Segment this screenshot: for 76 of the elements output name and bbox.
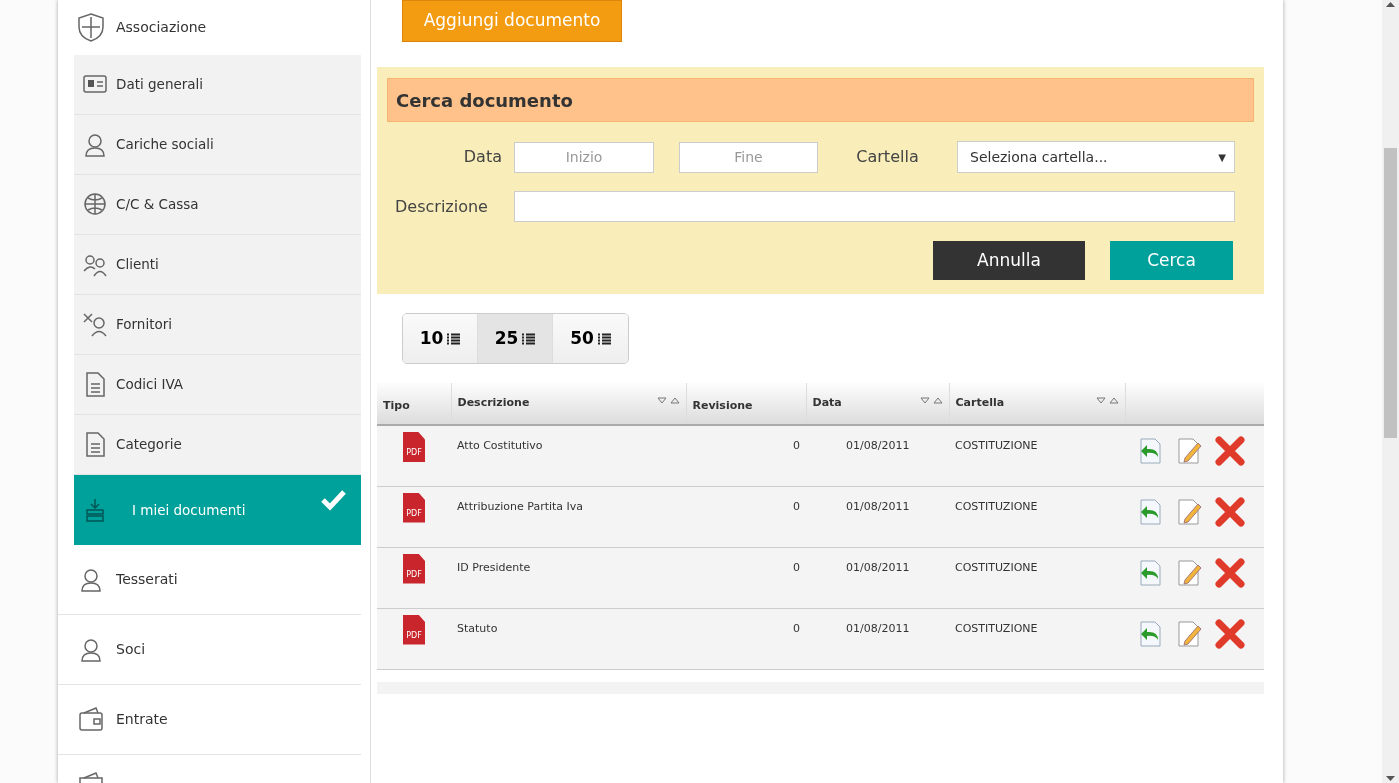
sidebar-item[interactable] bbox=[58, 755, 361, 783]
description-cell: Atto Costitutivo bbox=[457, 439, 543, 452]
sidebar-item[interactable]: Cariche sociali bbox=[74, 115, 361, 175]
folder-cell: COSTITUZIONE bbox=[955, 499, 1038, 513]
tools-person-icon bbox=[82, 311, 108, 338]
wallet-icon bbox=[78, 771, 104, 783]
folder-cell: COSTITUZIONE bbox=[955, 439, 1038, 452]
wallet-icon bbox=[78, 706, 104, 733]
description-cell: Attribuzione Partita Iva bbox=[457, 499, 584, 513]
sidebar-item[interactable]: C/C & Cassa bbox=[74, 175, 361, 235]
scroll-thumb[interactable] bbox=[1384, 148, 1397, 438]
edit-pencil-icon bbox=[1176, 558, 1202, 587]
folder-cell: COSTITUZIONE bbox=[955, 560, 1038, 574]
person-icon bbox=[78, 636, 104, 663]
field-label: Cartella bbox=[855, 146, 920, 168]
column-header[interactable]: Tipo bbox=[377, 383, 451, 425]
sidebar-header[interactable]: Associazione bbox=[58, 0, 370, 55]
description-field[interactable] bbox=[514, 191, 1235, 222]
pdf-file-icon: PDF bbox=[403, 553, 425, 584]
description-cell: ID Presidente bbox=[457, 560, 531, 574]
delete-icon bbox=[1215, 436, 1245, 466]
start-date-field[interactable]: Inizio bbox=[514, 141, 654, 173]
folder-cell: COSTITUZIONE bbox=[955, 621, 1038, 635]
sidebar-item[interactable]: Codici IVA bbox=[74, 355, 361, 415]
sidebar-item[interactable]: Fornitori bbox=[74, 295, 361, 355]
person-icon bbox=[82, 131, 108, 158]
edit-pencil-icon bbox=[1176, 437, 1202, 465]
globe-icon bbox=[82, 191, 108, 218]
field-label: Data bbox=[462, 146, 503, 168]
restore-arrow-icon bbox=[1138, 497, 1163, 526]
sidebar-item[interactable]: Entrate bbox=[58, 685, 361, 755]
pdf-file-icon: PDF bbox=[403, 492, 425, 523]
sidebar-item[interactable]: Tesserati bbox=[58, 545, 361, 615]
column-header[interactable]: Revisione bbox=[686, 383, 806, 425]
page-size-button[interactable]: 50 bbox=[553, 314, 628, 363]
panel-title: Cerca documento bbox=[387, 78, 1254, 122]
revision-cell: 0 bbox=[793, 621, 800, 635]
column-header[interactable]: Data bbox=[806, 383, 949, 425]
sidebar-item[interactable]: Categorie bbox=[74, 415, 361, 475]
delete-icon bbox=[1215, 618, 1245, 649]
restore-arrow-icon bbox=[1138, 558, 1163, 587]
caret-icon: ▼ bbox=[1218, 149, 1226, 165]
page-size-button[interactable]: 10 bbox=[403, 314, 478, 363]
revision-cell: 0 bbox=[793, 439, 800, 452]
column-header[interactable]: Cartella bbox=[949, 383, 1125, 425]
list-icon bbox=[447, 332, 461, 345]
sidebar-item[interactable]: Clienti bbox=[74, 235, 361, 295]
date-cell: 01/08/2011 bbox=[846, 439, 910, 452]
cancel-button[interactable]: Annulla bbox=[933, 241, 1085, 280]
column-header[interactable]: Descrizione bbox=[451, 383, 686, 425]
pdf-file-icon: PDF bbox=[403, 614, 425, 645]
shield-icon bbox=[76, 12, 106, 43]
sidebar-item[interactable]: Dati generali bbox=[74, 55, 361, 115]
description-cell: Statuto bbox=[457, 621, 498, 635]
sidebar-item[interactable]: Soci bbox=[58, 615, 361, 685]
restore-arrow-icon bbox=[1138, 619, 1163, 648]
edit-pencil-icon bbox=[1176, 497, 1202, 526]
list-icon bbox=[522, 332, 536, 345]
date-cell: 01/08/2011 bbox=[846, 499, 910, 513]
date-cell: 01/08/2011 bbox=[846, 560, 910, 574]
end-date-field[interactable]: Fine bbox=[679, 141, 818, 173]
pdf-file-icon: PDF bbox=[403, 432, 425, 462]
date-cell: 01/08/2011 bbox=[846, 621, 910, 635]
sidebar-header-label: Associazione bbox=[116, 18, 207, 37]
page-size-button[interactable]: 25 bbox=[478, 314, 553, 363]
edit-pencil-icon bbox=[1176, 619, 1202, 648]
scrollbar[interactable] bbox=[1382, 0, 1399, 783]
restore-arrow-icon bbox=[1138, 437, 1163, 465]
list-icon bbox=[597, 332, 611, 345]
field-label: Descrizione bbox=[394, 195, 489, 218]
delete-icon bbox=[1215, 496, 1245, 527]
revision-cell: 0 bbox=[793, 560, 800, 574]
folder-select[interactable]: Seleziona cartella... ▼ bbox=[957, 141, 1235, 173]
delete-icon bbox=[1215, 557, 1245, 588]
person-icon bbox=[78, 566, 104, 593]
revision-cell: 0 bbox=[793, 499, 800, 513]
